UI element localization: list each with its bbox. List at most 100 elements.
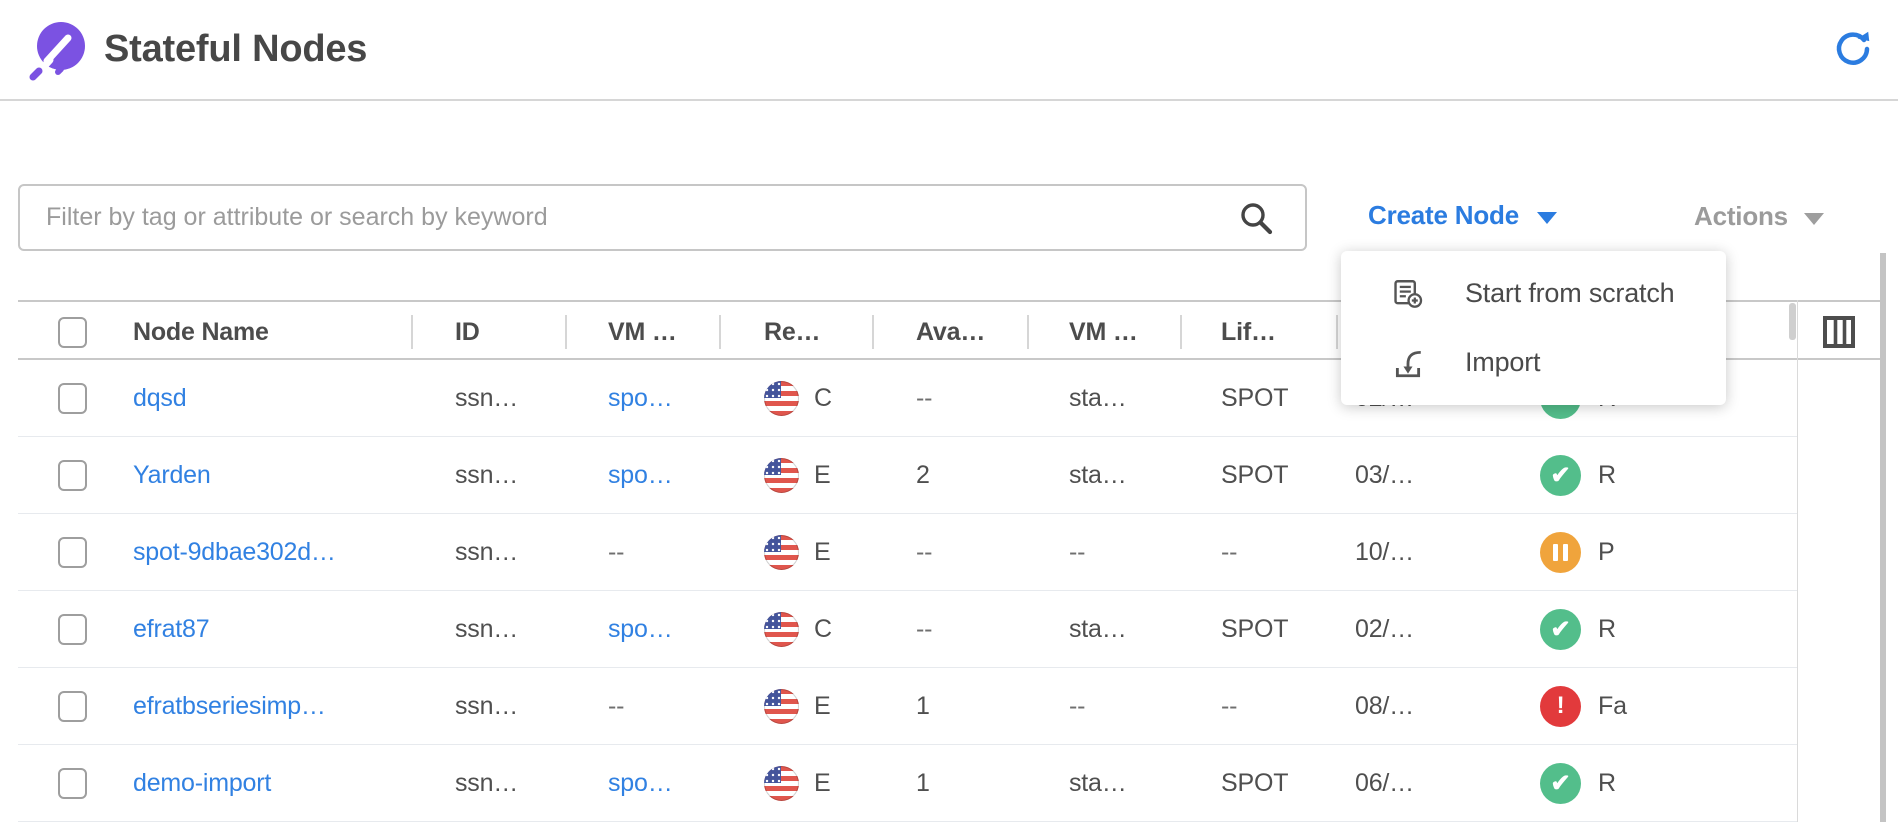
vm-cell: -- [565, 538, 719, 567]
vm-size-cell: -- [1027, 692, 1180, 721]
node-id-cell: ssn… [411, 538, 565, 567]
scrollbar[interactable] [1880, 253, 1886, 822]
vm-size-cell: -- [1027, 538, 1180, 567]
node-name-link[interactable]: demo-import [133, 769, 271, 798]
lifecycle-cell: SPOT [1180, 384, 1336, 413]
availability-cell: 1 [872, 692, 1027, 721]
availability-cell: -- [872, 538, 1027, 567]
table-row: demo-import ssn… spo… E 1 sta… SPOT 06/…… [18, 745, 1797, 822]
table-columns-icon [1822, 315, 1856, 349]
status-failed-icon: ! [1540, 686, 1581, 727]
column-header-lifecycle[interactable]: Lif… [1180, 302, 1336, 362]
created-cell: 06/… [1336, 769, 1510, 798]
status-running-icon: ✔ [1540, 609, 1581, 650]
vm-size-cell: sta… [1027, 769, 1180, 798]
table-row: efratbseriesimp… ssn… -- E 1 -- -- 08/… … [18, 668, 1797, 745]
region-cell: E [719, 535, 872, 570]
node-id-cell: ssn… [411, 615, 565, 644]
row-checkbox[interactable] [58, 460, 87, 491]
vm-size-cell: sta… [1027, 461, 1180, 490]
availability-cell: 1 [872, 769, 1027, 798]
us-flag-icon [764, 689, 799, 724]
vm-link[interactable]: spo… [608, 615, 673, 644]
menu-item-import[interactable]: Import [1341, 328, 1726, 397]
chevron-down-icon [1537, 212, 1557, 224]
region-cell: C [719, 381, 872, 416]
lifecycle-cell: -- [1180, 538, 1336, 567]
row-checkbox[interactable] [58, 537, 87, 568]
app-header: Stateful Nodes [0, 0, 1898, 101]
region-cell: E [719, 458, 872, 493]
availability-cell: 2 [872, 461, 1027, 490]
column-header-availability[interactable]: Ava… [872, 302, 1027, 362]
create-node-label: Create Node [1368, 200, 1519, 231]
refresh-icon[interactable] [1834, 30, 1872, 68]
menu-item-start-from-scratch[interactable]: Start from scratch [1341, 259, 1726, 328]
node-name-link[interactable]: Yarden [133, 461, 211, 490]
created-cell: 02/… [1336, 615, 1510, 644]
search-icon[interactable] [1238, 200, 1274, 236]
menu-item-label: Import [1465, 347, 1540, 378]
region-cell: C [719, 612, 872, 647]
vm-cell: -- [565, 692, 719, 721]
lifecycle-cell: SPOT [1180, 769, 1336, 798]
vm-link[interactable]: spo… [608, 384, 673, 413]
vm-size-cell: sta… [1027, 384, 1180, 413]
row-checkbox[interactable] [58, 768, 87, 799]
node-id-cell: ssn… [411, 461, 565, 490]
node-id-cell: ssn… [411, 692, 565, 721]
column-header-node-name[interactable]: Node Name [110, 302, 411, 362]
actions-button[interactable]: Actions [1694, 201, 1824, 232]
page-title: Stateful Nodes [104, 28, 367, 71]
status-running-icon: ✔ [1540, 763, 1581, 804]
lifecycle-cell: SPOT [1180, 615, 1336, 644]
region-cell: E [719, 766, 872, 801]
picker-column-border [1797, 300, 1798, 822]
vm-size-cell: sta… [1027, 615, 1180, 644]
availability-cell: -- [872, 615, 1027, 644]
node-name-link[interactable]: spot-9dbae302d… [133, 538, 336, 567]
column-header-region[interactable]: Re… [719, 302, 872, 362]
node-id-cell: ssn… [411, 769, 565, 798]
column-header-id[interactable]: ID [411, 302, 565, 362]
create-node-menu: Start from scratch Import [1341, 251, 1726, 405]
us-flag-icon [764, 381, 799, 416]
row-checkbox[interactable] [58, 614, 87, 645]
us-flag-icon [764, 458, 799, 493]
status-cell: ✔ R [1510, 609, 1797, 650]
created-cell: 08/… [1336, 692, 1510, 721]
created-cell: 10/… [1336, 538, 1510, 567]
actions-label: Actions [1694, 201, 1788, 232]
menu-item-label: Start from scratch [1465, 278, 1674, 309]
node-name-link[interactable]: dqsd [133, 384, 186, 413]
column-header-vm-image[interactable]: VM … [565, 302, 719, 362]
lifecycle-cell: SPOT [1180, 461, 1336, 490]
create-node-button[interactable]: Create Node [1368, 200, 1557, 231]
status-running-icon: ✔ [1540, 455, 1581, 496]
lifecycle-cell: -- [1180, 692, 1336, 721]
note-add-icon [1391, 277, 1425, 311]
table-row: spot-9dbae302d… ssn… -- E -- -- -- 10/… … [18, 514, 1797, 591]
us-flag-icon [764, 766, 799, 801]
row-checkbox[interactable] [58, 691, 87, 722]
table-row: Yarden ssn… spo… E 2 sta… SPOT 03/… ✔ R [18, 437, 1797, 514]
column-resize-handle[interactable] [1789, 303, 1796, 340]
search-input[interactable] [18, 184, 1307, 251]
select-all-checkbox[interactable] [58, 317, 87, 348]
availability-cell: -- [872, 384, 1027, 413]
spot-logo-icon [28, 19, 86, 81]
select-all-cell [18, 302, 110, 362]
node-name-link[interactable]: efratbseriesimp… [133, 692, 326, 721]
node-name-link[interactable]: efrat87 [133, 615, 209, 644]
status-paused-icon [1540, 532, 1581, 573]
created-cell: 03/… [1336, 461, 1510, 490]
vm-link[interactable]: spo… [608, 769, 673, 798]
status-cell: P [1510, 532, 1797, 573]
row-checkbox[interactable] [58, 383, 87, 414]
chevron-down-icon [1804, 213, 1824, 225]
column-picker-button[interactable] [1797, 302, 1880, 362]
import-icon [1391, 346, 1425, 380]
vm-link[interactable]: spo… [608, 461, 673, 490]
region-cell: E [719, 689, 872, 724]
column-header-vm-size[interactable]: VM … [1027, 302, 1180, 362]
